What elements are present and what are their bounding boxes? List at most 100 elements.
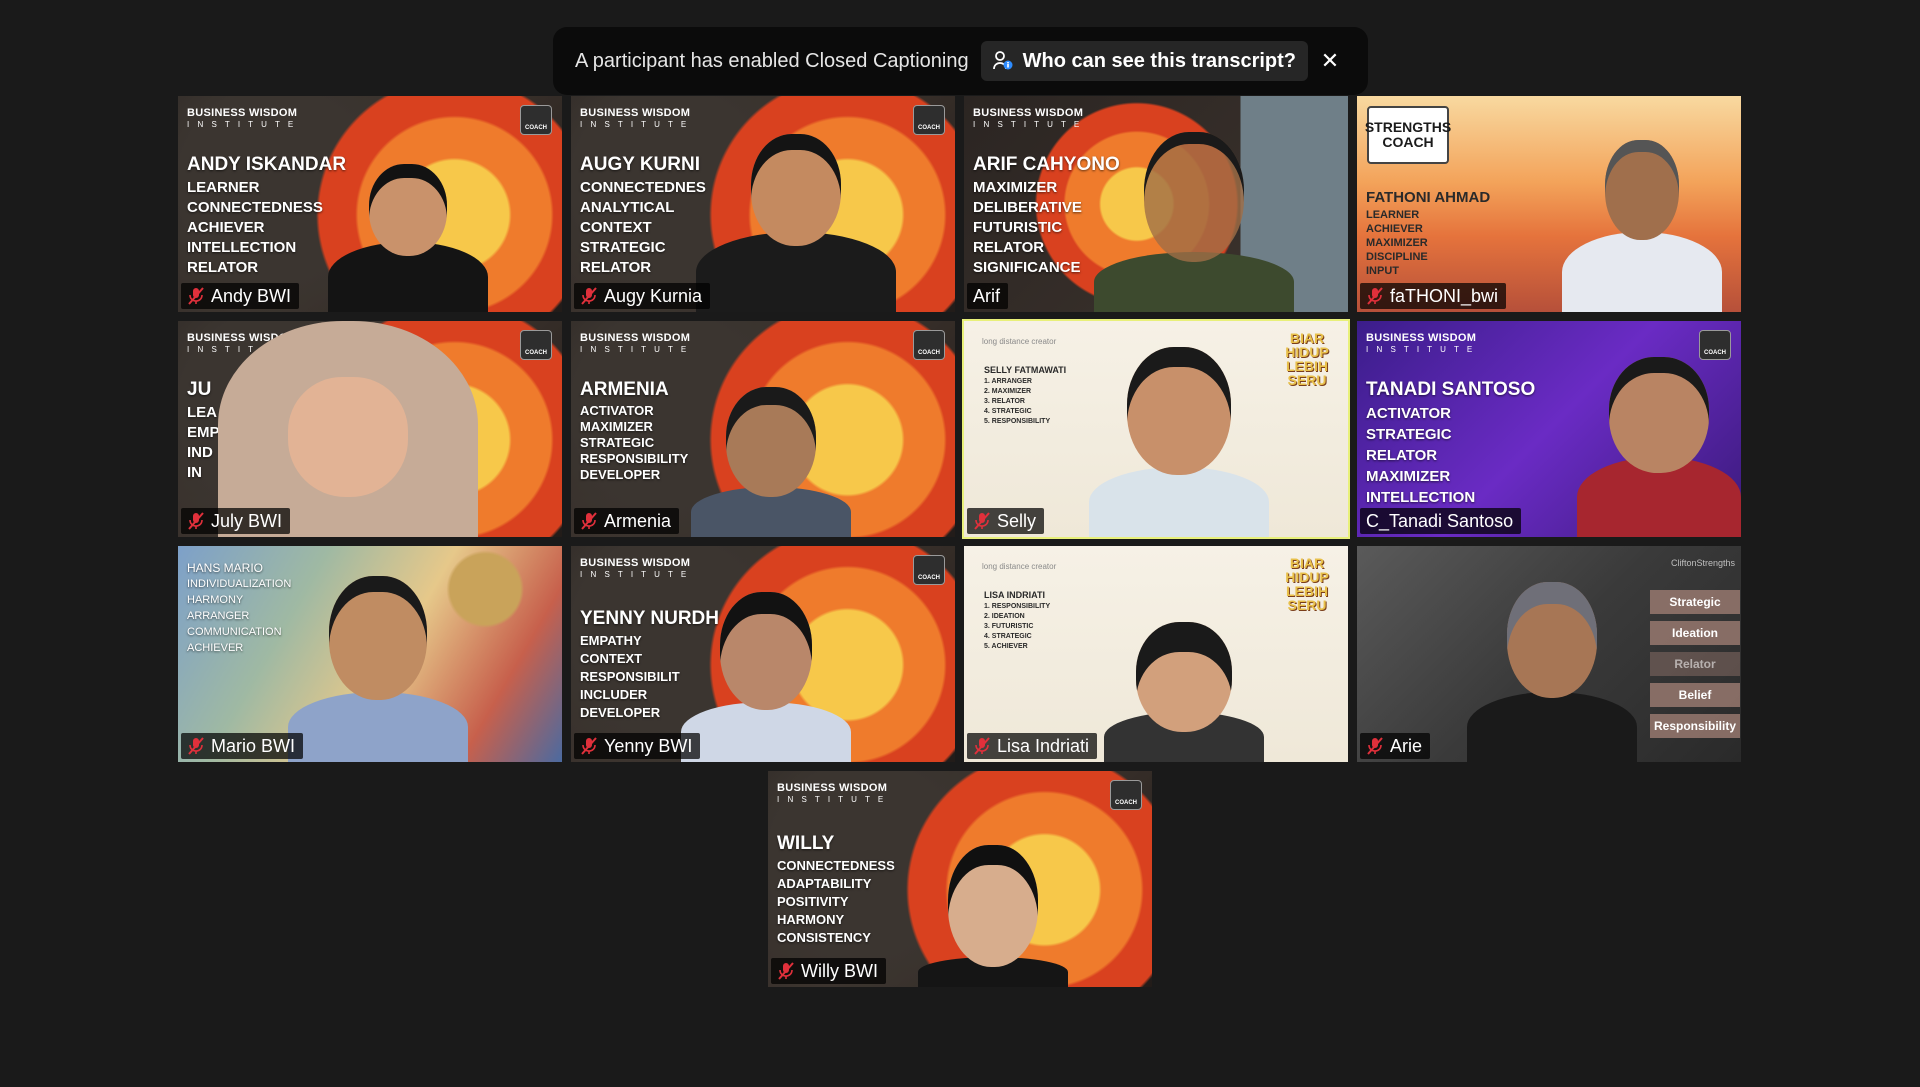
overlay-name: JU [187, 379, 212, 400]
participant-video [1467, 582, 1637, 762]
participant-name-tag: Selly [967, 508, 1045, 534]
strength-item: LEARNER [1366, 209, 1420, 221]
strength-item: Belief [1650, 683, 1740, 707]
strengths-overlay: ARMENIA ACTIVATOR MAXIMIZER STRATEGIC RE… [580, 377, 688, 483]
strength-item: MAXIMIZER [1366, 468, 1451, 485]
strength-item: LEA [187, 404, 217, 421]
strength-item: RESPONSIBILITY [580, 451, 689, 466]
brand-logo: BUSINESS WISDOM I N S T I T U T E [187, 107, 298, 130]
cliftonstrengths-logo: CliftonStrengths [1670, 558, 1735, 568]
participant-video [1104, 622, 1264, 762]
overlay-name: TANADI SANTOSO [1366, 379, 1536, 400]
strength-item: Relator [1650, 652, 1740, 676]
brand-logo: BUSINESS WISDOM I N S T I T U T E [580, 332, 691, 355]
strength-item: INCLUDER [580, 687, 648, 702]
mic-muted-icon [188, 287, 204, 305]
strength-item: POSITIVITY [777, 894, 849, 909]
biar-hidup-logo: BIAR HIDUP LEBIH SERU [1285, 555, 1329, 613]
mic-muted-icon [1367, 287, 1383, 305]
strength-item: ACHIEVER [187, 219, 265, 236]
strengths-overlay: ARIF CAHYONO MAXIMIZER DELIBERATIVE FUTU… [973, 152, 1120, 278]
strength-item: ADAPTABILITY [777, 876, 872, 891]
strength-item: ACTIVATOR [1366, 405, 1451, 422]
overlay-name: LISA INDRIATI [984, 590, 1045, 600]
participant-video [691, 387, 851, 537]
video-tile-augy[interactable]: BUSINESS WISDOM I N S T I T U T E COACH A… [571, 96, 955, 312]
strength-item: INPUT [1366, 265, 1399, 277]
video-tile-willy[interactable]: BUSINESS WISDOM I N S T I T U T E COACH W… [768, 771, 1152, 987]
strength-item: 4. STRATEGIC [984, 633, 1032, 640]
participant-name: Augy Kurnia [604, 285, 703, 306]
strength-item: CONNECTEDNESS [187, 199, 323, 216]
video-tile-july[interactable]: BUSINESS WISDOM I N S T I T U T E COACH J… [178, 321, 562, 537]
participant-name: Selly [997, 510, 1037, 531]
long-distance-creator-logo: long distance creator [982, 337, 1057, 346]
participant-name: Willy BWI [801, 960, 878, 981]
coach-badge: COACH [913, 105, 945, 135]
video-tile-lisa[interactable]: long distance creator BIAR HIDUP LEBIH S… [964, 546, 1348, 762]
video-tile-armenia[interactable]: BUSINESS WISDOM I N S T I T U T E COACH A… [571, 321, 955, 537]
participant-name-tag: Augy Kurnia [574, 283, 711, 309]
coach-badge: COACH [1699, 330, 1731, 360]
overlay-name: ARMENIA [580, 379, 669, 400]
video-tile-fathoni[interactable]: STRENGTHS COACH FATHONI AHMAD LEARNER AC… [1357, 96, 1741, 312]
brand-logo: BUSINESS WISDOM I N S T I T U T E [973, 107, 1084, 130]
participant-name-tag: July BWI [181, 508, 291, 534]
strengths-overlay: ANDY ISKANDAR LEARNER CONNECTEDNESS ACHI… [187, 152, 346, 278]
video-tile-tanadi[interactable]: BUSINESS WISDOM I N S T I T U T E COACH T… [1357, 321, 1741, 537]
mic-muted-icon [581, 287, 597, 305]
video-tile-arie[interactable]: CliftonStrengths Strategic Ideation Rela… [1357, 546, 1741, 762]
participant-video [1089, 347, 1269, 537]
brand-logo: BUSINESS WISDOM I N S T I T U T E [777, 782, 888, 805]
overlay-name: HANS MARIO [187, 561, 264, 575]
strengths-overlay: JU LEA EMP IND IN [187, 377, 220, 483]
mic-muted-icon [1367, 737, 1383, 755]
participant-name: Mario BWI [211, 735, 296, 756]
strength-item: HARMONY [777, 912, 845, 927]
video-tile-yenny[interactable]: BUSINESS WISDOM I N S T I T U T E COACH Y… [571, 546, 955, 762]
strengths-overlay: AUGY KURNI CONNECTEDNES ANALYTICAL CONTE… [580, 152, 706, 278]
strength-item: 4. STRATEGIC [984, 408, 1032, 415]
strength-item: DEVELOPER [580, 467, 661, 482]
participant-video [681, 592, 851, 762]
video-tile-selly[interactable]: long distance creator BIAR HIDUP LEBIH S… [962, 319, 1350, 539]
strength-item: MAXIMIZER [973, 179, 1058, 196]
strength-item: FUTURISTIC [973, 219, 1063, 236]
mic-muted-icon [581, 512, 597, 530]
overlay-name: AUGY KURNI [580, 154, 700, 175]
participant-video [288, 576, 468, 762]
participant-name: Yenny BWI [604, 735, 693, 756]
strengths-overlay: HANS MARIO INDIVIDUALIZATION HARMONY ARR… [187, 560, 291, 656]
strength-item: IND [187, 444, 213, 461]
people-info-icon [992, 51, 1013, 70]
strength-item: 2. IDEATION [984, 613, 1025, 620]
strength-item: CONNECTEDNESS [777, 858, 895, 873]
strength-item: COMMUNICATION [187, 626, 282, 638]
participant-name-tag: Mario BWI [181, 733, 304, 759]
strengths-coach-badge: STRENGTHS COACH [1365, 106, 1451, 164]
mic-muted-icon [188, 737, 204, 755]
strength-item: ACHIEVER [1366, 223, 1423, 235]
close-icon[interactable]: ✕ [1314, 45, 1346, 77]
overlay-name: ARIF CAHYONO [973, 154, 1120, 175]
video-tile-mario[interactable]: HANS MARIO INDIVIDUALIZATION HARMONY ARR… [178, 546, 562, 762]
participant-video [696, 134, 896, 312]
video-tile-arif[interactable]: BUSINESS WISDOM I N S T I T U T E ARIF CA… [964, 96, 1348, 312]
strength-item: ACTIVATOR [580, 403, 654, 418]
strength-item: Responsibility [1650, 714, 1740, 738]
strength-item: CONTEXT [580, 219, 652, 236]
participant-name: Lisa Indriati [997, 735, 1090, 756]
strength-item: Ideation [1650, 621, 1740, 645]
participant-name-tag: C_Tanadi Santoso [1360, 508, 1522, 534]
transcript-visibility-button[interactable]: Who can see this transcript? [980, 41, 1308, 81]
video-tile-andy[interactable]: BUSINESS WISDOM I N S T I T U T E COACH A… [178, 96, 562, 312]
strength-item: IN [187, 464, 202, 481]
strength-item: RELATOR [187, 259, 259, 276]
strength-item: 5. ACHIEVER [984, 643, 1028, 650]
overlay-name: FATHONI AHMAD [1366, 189, 1491, 206]
strengths-overlay: TANADI SANTOSO ACTIVATOR STRATEGIC RELAT… [1366, 377, 1535, 508]
participant-name-tag: Andy BWI [181, 283, 300, 309]
participant-video [328, 164, 488, 312]
mic-muted-icon [974, 737, 990, 755]
strength-item: EMP [187, 424, 220, 441]
